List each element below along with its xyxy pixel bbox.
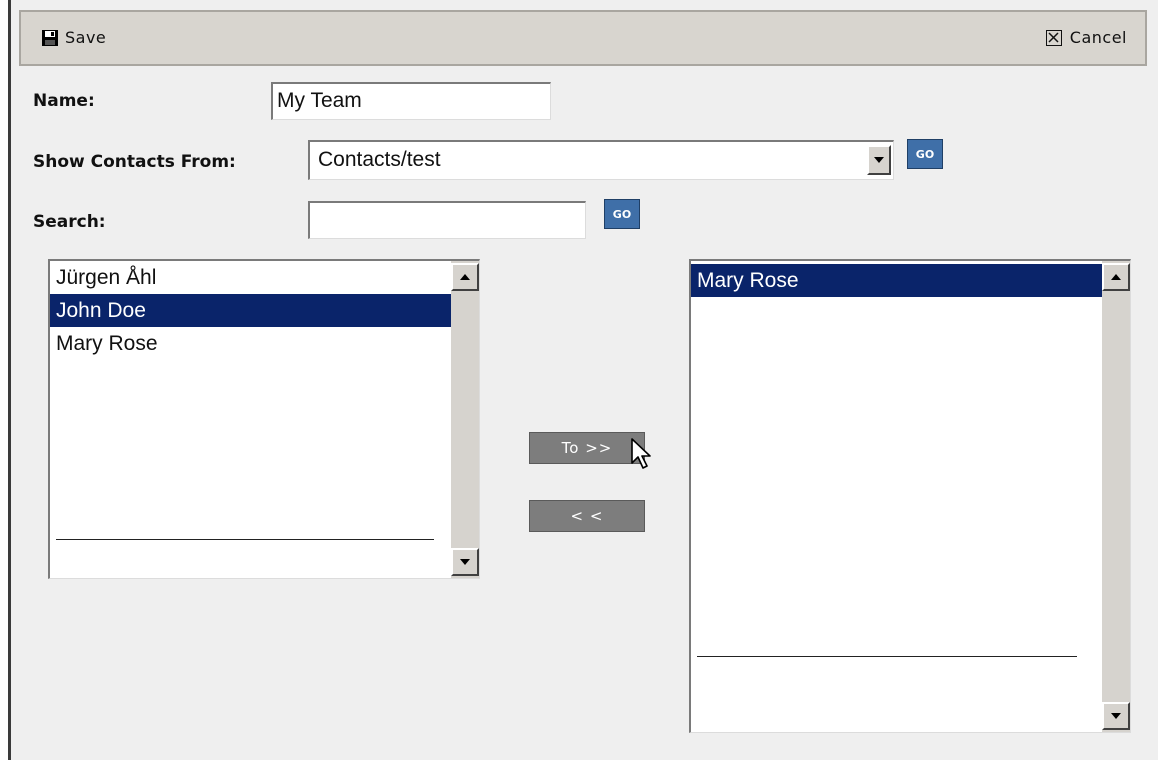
list-item[interactable]: Mary Rose <box>50 327 451 360</box>
show-contacts-select[interactable]: Contacts/test <box>308 140 894 180</box>
scroll-up-button[interactable] <box>1102 263 1130 291</box>
dropdown-button[interactable] <box>867 145 891 175</box>
show-contacts-label: Show Contacts From: <box>33 152 236 172</box>
save-label: Save <box>65 28 107 47</box>
add-to-button[interactable]: To >> <box>529 432 645 464</box>
cancel-button[interactable]: Cancel <box>1045 28 1127 47</box>
name-field[interactable]: My Team <box>271 82 551 120</box>
cancel-label: Cancel <box>1069 28 1127 47</box>
selected-scrollbar[interactable] <box>1102 261 1130 732</box>
list-divider <box>697 656 1077 657</box>
selected-contacts-list[interactable]: Mary Rose <box>689 259 1131 733</box>
arrow-down-icon <box>460 559 470 565</box>
arrow-up-icon <box>1111 274 1121 280</box>
scroll-down-button[interactable] <box>1102 702 1130 730</box>
show-contacts-value: Contacts/test <box>318 148 441 171</box>
arrow-up-icon <box>460 274 470 280</box>
search-label: Search: <box>33 212 106 232</box>
available-scrollbar[interactable] <box>451 261 479 578</box>
arrow-down-icon <box>1111 713 1121 719</box>
search-input[interactable] <box>308 201 586 239</box>
list-item[interactable]: Jürgen Åhl <box>50 261 451 294</box>
mouse-pointer-icon <box>631 438 651 469</box>
dialog-panel: Save Cancel Name: My Team Show Contacts … <box>8 0 1158 760</box>
scroll-down-button[interactable] <box>451 548 479 576</box>
close-box-icon <box>1045 29 1062 46</box>
floppy-disk-icon <box>42 29 58 46</box>
save-button[interactable]: Save <box>41 28 106 47</box>
go-button-search[interactable]: GO <box>604 199 640 229</box>
remove-button[interactable]: < < <box>529 500 645 532</box>
list-item[interactable]: John Doe <box>50 294 451 327</box>
name-label: Name: <box>33 91 95 111</box>
available-contacts-list[interactable]: Jürgen Åhl John Doe Mary Rose <box>48 259 480 579</box>
go-button-contacts[interactable]: GO <box>907 139 943 169</box>
list-divider <box>56 539 434 540</box>
chevron-down-icon <box>874 157 884 163</box>
list-item[interactable]: Mary Rose <box>691 264 1102 297</box>
scroll-up-button[interactable] <box>451 263 479 291</box>
toolbar: Save Cancel <box>19 10 1147 66</box>
